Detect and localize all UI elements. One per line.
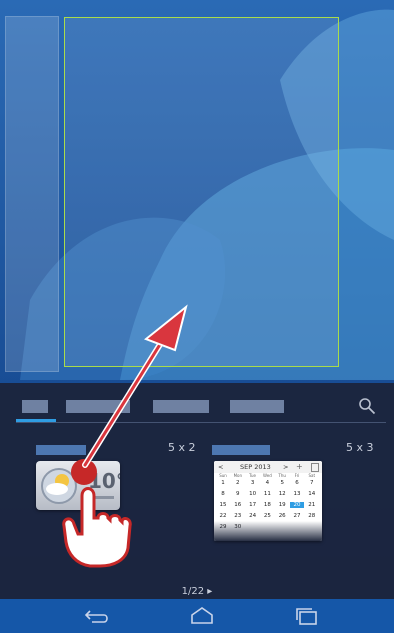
page-indicator: 1/22 ▸ <box>181 586 213 597</box>
calendar-widget-preview[interactable]: < SEP 2013 > + Sun Mon Tue Wed Thu Fri Sat 1 2 3 4… <box>214 461 322 541</box>
calendar-day: 11 <box>263 491 271 497</box>
calendar-add-icon: + <box>296 462 303 471</box>
calendar-day: 24 <box>249 513 257 519</box>
search-icon[interactable] <box>358 397 376 415</box>
calendar-day: 7 <box>310 480 314 486</box>
calendar-day: 26 <box>278 513 286 519</box>
calendar-weekday: Sun <box>219 473 227 478</box>
calendar-day: 10 <box>249 491 257 497</box>
widget-2-size: 5 x 3 <box>346 441 374 454</box>
calendar-day: 8 <box>221 491 225 497</box>
calendar-day: 14 <box>308 491 316 497</box>
calendar-fade <box>214 521 322 541</box>
tab-category-1[interactable] <box>22 400 48 413</box>
navigation-bar <box>0 599 394 633</box>
calendar-day: 6 <box>295 480 299 486</box>
calendar-day: 15 <box>219 502 227 508</box>
calendar-weekday: Thu <box>278 473 286 478</box>
home-icon[interactable] <box>189 606 215 626</box>
calendar-day: 2 <box>236 480 240 486</box>
calendar-day: 21 <box>308 502 316 508</box>
calendar-day: 25 <box>263 513 271 519</box>
calendar-weekday: Sat <box>308 473 316 478</box>
calendar-day: 28 <box>308 513 316 519</box>
calendar-day: 20 <box>290 502 304 508</box>
calendar-weekday: Tue <box>249 473 257 478</box>
calendar-day: 18 <box>263 502 271 508</box>
calendar-day: 27 <box>293 513 301 519</box>
calendar-day: 16 <box>234 502 242 508</box>
calendar-day: 5 <box>280 480 284 486</box>
calendar-day: 3 <box>250 480 255 486</box>
drag-arrow-icon <box>82 304 188 468</box>
calendar-weekday: Wed <box>263 473 272 478</box>
calendar-day: 13 <box>293 491 301 497</box>
calendar-day: 19 <box>278 502 286 508</box>
tab-category-4[interactable] <box>230 400 284 413</box>
recents-icon[interactable] <box>294 606 320 626</box>
back-icon[interactable] <box>84 608 110 624</box>
calendar-weekday: Fri <box>294 473 300 478</box>
calendar-prev-button: < <box>218 463 224 471</box>
calendar-day: 4 <box>265 480 270 486</box>
calendar-month: SEP 2013 <box>240 463 271 471</box>
calendar-day: 12 <box>278 491 286 497</box>
calendar-day: 17 <box>249 502 257 508</box>
calendar-next-button: > <box>283 463 289 471</box>
calendar-weekday: Mon <box>233 473 243 478</box>
widget-2-name <box>212 445 270 455</box>
adjacent-homescreen-page[interactable] <box>5 16 59 372</box>
calendar-menu-icon <box>311 463 319 472</box>
calendar-day: 23 <box>234 513 242 519</box>
calendar-day: 22 <box>219 513 227 519</box>
calendar-day: 9 <box>236 491 240 497</box>
calendar-header: < SEP 2013 > + <box>214 461 322 473</box>
calendar-day: 1 <box>221 480 225 486</box>
